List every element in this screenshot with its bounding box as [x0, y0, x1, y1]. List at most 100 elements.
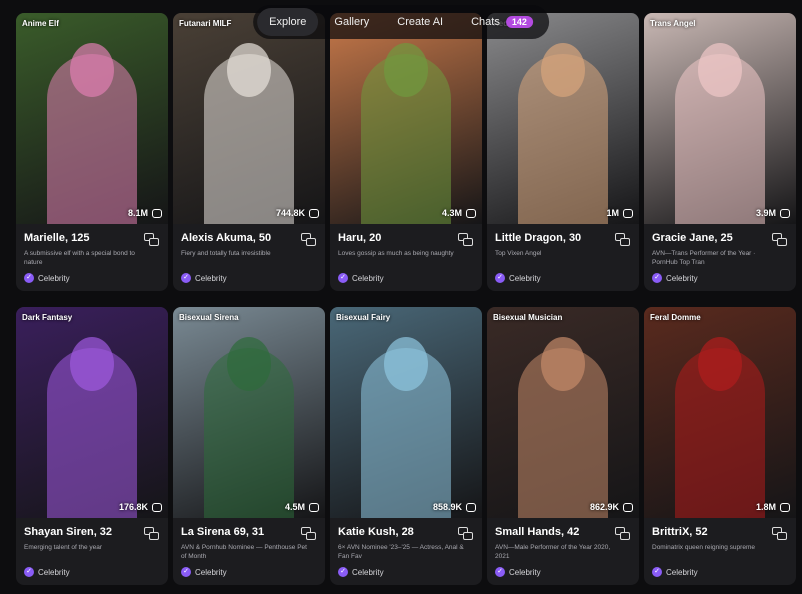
- verified-check-icon: ✓: [495, 567, 505, 577]
- character-card[interactable]: 4.3M Haru, 20 Loves gossip as much as be…: [330, 13, 482, 291]
- character-name: Marielle, 125: [24, 232, 90, 244]
- verified-check-icon: ✓: [181, 273, 191, 283]
- character-head: [698, 337, 742, 391]
- character-name: BrittriX, 52: [652, 526, 708, 538]
- character-name: Gracie Jane, 25: [652, 232, 733, 244]
- character-name: Little Dragon, 30: [495, 232, 582, 244]
- message-icon[interactable]: [615, 233, 631, 247]
- chat-bubble-icon: [152, 502, 162, 512]
- verified-check-icon: ✓: [338, 567, 348, 577]
- verified-check-icon: ✓: [181, 567, 191, 577]
- chat-bubble-icon: [623, 208, 633, 218]
- message-icon[interactable]: [615, 527, 631, 541]
- card-info: Shayan Siren, 32 Emerging talent of the …: [16, 518, 168, 585]
- celebrity-label: Celebrity: [666, 567, 698, 577]
- message-icon[interactable]: [458, 527, 474, 541]
- category-tag: Futanari MILF: [179, 19, 232, 28]
- chat-count-value: 4.3M: [441, 208, 462, 218]
- character-card[interactable]: Anime Elf 8.1M Marielle, 125 A submissiv…: [16, 13, 168, 291]
- character-photo[interactable]: Bisexual Musician 862.9K: [487, 307, 639, 518]
- character-card[interactable]: Futanari MILF 744.8K Alexis Akuma, 50 Fi…: [173, 13, 325, 291]
- celebrity-label: Celebrity: [352, 567, 384, 577]
- character-card[interactable]: Redhead 1M Little Dragon, 30 Top Vixen A…: [487, 13, 639, 291]
- chat-bubble-icon: [309, 502, 319, 512]
- message-icon[interactable]: [144, 233, 160, 247]
- nav-gallery[interactable]: Gallery: [322, 8, 381, 36]
- character-card[interactable]: Dark Fantasy 176.8K Shayan Siren, 32 Eme…: [16, 307, 168, 585]
- celebrity-label: Celebrity: [509, 567, 541, 577]
- chat-count-value: 4.5M: [284, 502, 305, 512]
- card-info: BrittriX, 52 Dominatrix queen reigning s…: [644, 518, 796, 585]
- chat-count-value: 858.9K: [432, 502, 462, 512]
- celebrity-label: Celebrity: [38, 567, 70, 577]
- character-description: Fiery and totally futa irresistible: [181, 250, 271, 257]
- character-head: [70, 43, 114, 97]
- verified-check-icon: ✓: [652, 567, 662, 577]
- message-icon[interactable]: [458, 233, 474, 247]
- chat-bubble-icon: [466, 208, 476, 218]
- chat-count-value: 8.1M: [127, 208, 148, 218]
- category-tag: Feral Domme: [650, 313, 701, 322]
- character-description: Loves gossip as much as being naughty: [338, 250, 454, 257]
- chat-count: 1M: [606, 208, 633, 218]
- chat-bubble-icon: [466, 502, 476, 512]
- character-head: [541, 337, 585, 391]
- celebrity-badge: ✓ Celebrity: [338, 273, 384, 283]
- message-icon[interactable]: [772, 233, 788, 247]
- card-info: Katie Kush, 28 6× AVN Nominee '23–'25 — …: [330, 518, 482, 585]
- chat-count-value: 176.8K: [118, 502, 148, 512]
- character-description: Dominatrix queen reigning supreme: [652, 544, 755, 551]
- chat-count-value: 744.8K: [275, 208, 305, 218]
- character-card[interactable]: Bisexual Fairy 858.9K Katie Kush, 28 6× …: [330, 307, 482, 585]
- celebrity-label: Celebrity: [666, 273, 698, 283]
- character-card[interactable]: Bisexual Musician 862.9K Small Hands, 42…: [487, 307, 639, 585]
- character-photo[interactable]: Feral Domme 1.8M: [644, 307, 796, 518]
- character-photo[interactable]: Redhead 1M: [487, 13, 639, 224]
- chat-count: 744.8K: [276, 208, 319, 218]
- character-photo[interactable]: Bisexual Fairy 858.9K: [330, 307, 482, 518]
- character-photo[interactable]: Trans Angel 3.9M: [644, 13, 796, 224]
- character-head: [698, 43, 742, 97]
- character-name: Katie Kush, 28: [338, 526, 414, 538]
- nav-chats-label: Chats: [471, 16, 500, 28]
- chat-bubble-icon: [152, 208, 162, 218]
- celebrity-badge: ✓ Celebrity: [181, 273, 227, 283]
- chat-bubble-icon: [780, 208, 790, 218]
- verified-check-icon: ✓: [495, 273, 505, 283]
- celebrity-badge: ✓ Celebrity: [181, 567, 227, 577]
- card-info: La Sirena 69, 31 AVN & Pornhub Nominee —…: [173, 518, 325, 585]
- character-head: [384, 43, 428, 97]
- character-card[interactable]: Feral Domme 1.8M BrittriX, 52 Dominatrix…: [644, 307, 796, 585]
- card-info: Haru, 20 Loves gossip as much as being n…: [330, 224, 482, 291]
- message-icon[interactable]: [144, 527, 160, 541]
- character-name: Shayan Siren, 32: [24, 526, 113, 538]
- character-grid: Anime Elf 8.1M Marielle, 125 A submissiv…: [16, 13, 796, 585]
- nav-explore[interactable]: Explore: [257, 8, 319, 36]
- character-description: AVN & Pornhub Nominee — Penthouse Pet of…: [181, 544, 307, 560]
- chat-count: 4.3M: [442, 208, 476, 218]
- character-photo[interactable]: 4.3M: [330, 13, 482, 224]
- celebrity-badge: ✓ Celebrity: [24, 567, 70, 577]
- character-photo[interactable]: Anime Elf 8.1M: [16, 13, 168, 224]
- category-tag: Bisexual Sirena: [179, 313, 239, 322]
- category-tag: Bisexual Fairy: [336, 313, 391, 322]
- character-card[interactable]: Trans Angel 3.9M Gracie Jane, 25 AVN—Tra…: [644, 13, 796, 291]
- chat-count: 1.8M: [756, 502, 790, 512]
- message-icon[interactable]: [301, 233, 317, 247]
- message-icon[interactable]: [772, 527, 788, 541]
- nav-create-ai[interactable]: Create AI: [385, 8, 455, 36]
- nav-chats[interactable]: Chats 142: [459, 8, 545, 36]
- character-head: [70, 337, 114, 391]
- chat-count-value: 1.8M: [755, 502, 776, 512]
- character-card[interactable]: Bisexual Sirena 4.5M La Sirena 69, 31 AV…: [173, 307, 325, 585]
- chat-count: 858.9K: [433, 502, 476, 512]
- nav-create-ai-label: Create AI: [397, 16, 444, 28]
- character-photo[interactable]: Futanari MILF 744.8K: [173, 13, 325, 224]
- celebrity-badge: ✓ Celebrity: [495, 567, 541, 577]
- card-info: Gracie Jane, 25 AVN—Trans Performer of t…: [644, 224, 796, 291]
- character-photo[interactable]: Dark Fantasy 176.8K: [16, 307, 168, 518]
- message-icon[interactable]: [301, 527, 317, 541]
- chat-bubble-icon: [780, 502, 790, 512]
- character-photo[interactable]: Bisexual Sirena 4.5M: [173, 307, 325, 518]
- celebrity-badge: ✓ Celebrity: [652, 273, 698, 283]
